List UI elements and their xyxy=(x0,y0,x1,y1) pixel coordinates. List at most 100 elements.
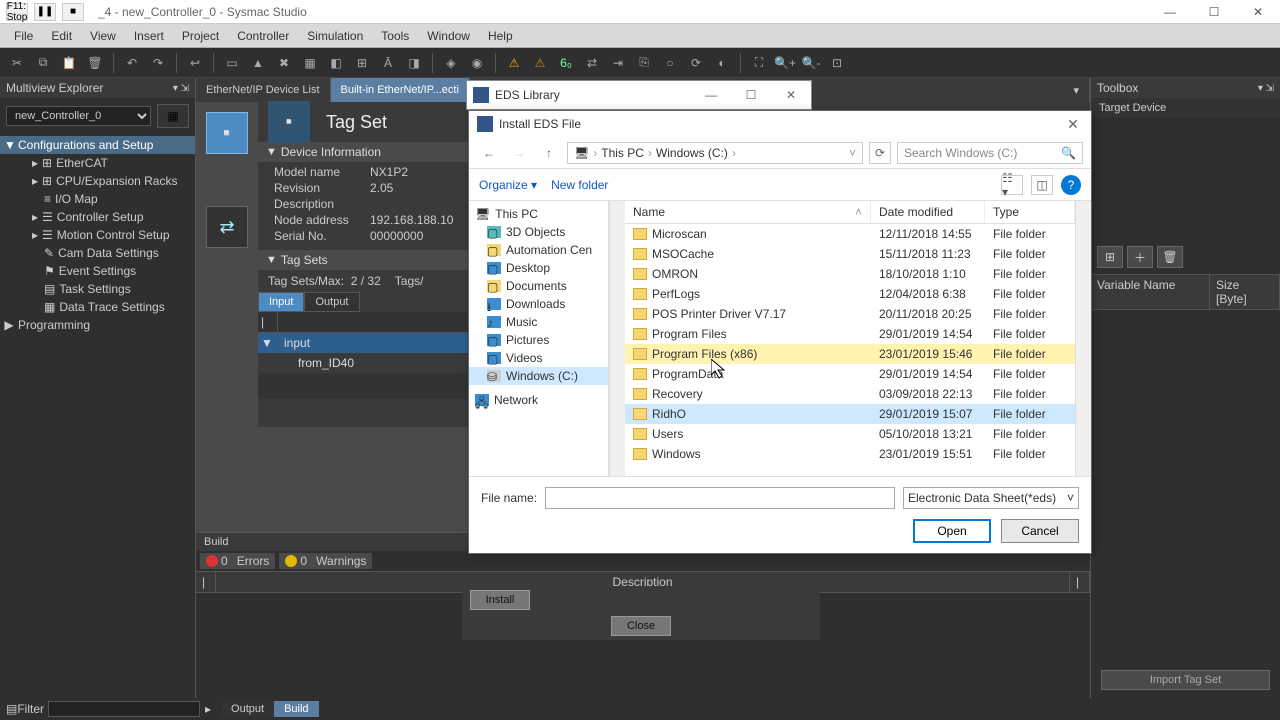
menu-edit[interactable]: Edit xyxy=(43,26,80,46)
tool-icon[interactable]: 6₀ xyxy=(555,52,577,74)
file-row[interactable]: MSOCache15/11/2018 11:23File folder xyxy=(625,244,1075,264)
tree-configurations[interactable]: ▼Configurations and Setup xyxy=(0,136,195,154)
tree-iomap[interactable]: ≡ I/O Map xyxy=(0,190,195,208)
tab-device-list[interactable]: EtherNet/IP Device List xyxy=(196,78,331,102)
tool-icon[interactable]: ⊞ xyxy=(351,52,373,74)
menu-insert[interactable]: Insert xyxy=(126,26,172,46)
tool-icon[interactable]: ▭ xyxy=(221,52,243,74)
file-row[interactable]: Windows23/01/2019 15:51File folder xyxy=(625,444,1075,464)
filter-input[interactable] xyxy=(48,701,200,717)
back-icon[interactable]: ↩ xyxy=(184,52,206,74)
tree-scrollbar[interactable] xyxy=(609,201,625,476)
tab-input[interactable]: Input xyxy=(258,292,304,312)
close-button[interactable]: ✕ xyxy=(771,88,811,102)
menu-project[interactable]: Project xyxy=(174,26,227,46)
file-row[interactable]: Users05/10/2018 13:21File folder xyxy=(625,424,1075,444)
import-tagset-button[interactable]: Import Tag Set xyxy=(1101,670,1270,690)
col-date[interactable]: Date modified xyxy=(871,201,985,223)
tree-downloads[interactable]: ⭳Downloads xyxy=(469,295,608,313)
file-row[interactable]: OMRON18/10/2018 1:10File folder xyxy=(625,264,1075,284)
toolbox-del-btn[interactable]: 🗑 xyxy=(1157,246,1183,268)
close-button[interactable]: ✕ xyxy=(1236,0,1280,24)
file-filter-select[interactable]: Electronic Data Sheet(*eds)˅ xyxy=(903,487,1079,509)
tab-dropdown[interactable]: ▾ xyxy=(1063,78,1090,102)
delete-icon[interactable]: 🗑 xyxy=(84,52,106,74)
tool-icon[interactable]: ▦ xyxy=(299,52,321,74)
redo-icon[interactable]: ↷ xyxy=(147,52,169,74)
tool-icon[interactable]: ▲ xyxy=(247,52,269,74)
file-row[interactable]: Program Files29/01/2019 14:54File folder xyxy=(625,324,1075,344)
tool-icon[interactable]: ◨ xyxy=(403,52,425,74)
tab-output[interactable]: Output xyxy=(304,292,359,312)
tool-icon[interactable]: ◐ xyxy=(711,52,733,74)
tree-music[interactable]: ♪Music xyxy=(469,313,608,331)
tree-ethercat[interactable]: ▸ ⊞ EtherCAT xyxy=(0,154,195,172)
tool-icon[interactable]: ◈ xyxy=(440,52,462,74)
file-row[interactable]: PerfLogs12/04/2018 6:38File folder xyxy=(625,284,1075,304)
filename-input[interactable] xyxy=(545,487,895,509)
file-row[interactable]: ProgramData29/01/2019 14:54File folder xyxy=(625,364,1075,384)
toolbox-add-btn[interactable]: ＋ xyxy=(1127,246,1153,268)
minimize-button[interactable]: — xyxy=(691,88,731,102)
close-button[interactable]: Close xyxy=(611,616,671,636)
tree-documents[interactable]: ▢Documents xyxy=(469,277,608,295)
newfolder-button[interactable]: New folder xyxy=(551,178,608,192)
warning-icon[interactable]: ⚠ xyxy=(529,52,551,74)
tree-3d-objects[interactable]: ▢3D Objects xyxy=(469,223,608,241)
tool-icon[interactable]: ⊡ xyxy=(826,52,848,74)
col-type[interactable]: Type xyxy=(985,201,1075,223)
nav-forward-button[interactable]: → xyxy=(507,142,531,164)
tree-task-settings[interactable]: ▤ Task Settings xyxy=(0,280,195,298)
tree-data-trace[interactable]: ▦ Data Trace Settings xyxy=(0,298,195,316)
cut-icon[interactable]: ✂ xyxy=(6,52,28,74)
menu-help[interactable]: Help xyxy=(480,26,521,46)
controller-select[interactable]: new_Controller_0 xyxy=(6,106,151,126)
tree-motion-setup[interactable]: ▸ ☰ Motion Control Setup xyxy=(0,226,195,244)
tree-pictures[interactable]: ▢Pictures xyxy=(469,331,608,349)
tool-icon[interactable]: ⟳ xyxy=(685,52,707,74)
zoom-out-icon[interactable]: 🔍- xyxy=(800,52,822,74)
zoom-in-icon[interactable]: 🔍+ xyxy=(774,52,796,74)
refresh-button[interactable]: ⟳ xyxy=(869,142,891,164)
pause-button[interactable]: ❚❚ xyxy=(34,3,56,21)
copy-icon[interactable]: ⧉ xyxy=(32,52,54,74)
help-button[interactable]: ? xyxy=(1061,175,1081,195)
tool-icon[interactable]: ⇄ xyxy=(581,52,603,74)
nav-up-button[interactable]: ↑ xyxy=(537,142,561,164)
tree-c-drive[interactable]: ⛁Windows (C:) xyxy=(469,367,608,385)
stop2-button[interactable]: ■ xyxy=(62,3,84,21)
tree-controller-setup[interactable]: ▸ ☰ Controller Setup xyxy=(0,208,195,226)
tool-icon[interactable]: ◉ xyxy=(466,52,488,74)
file-row[interactable]: Program Files (x86)23/01/2019 15:46File … xyxy=(625,344,1075,364)
search-input[interactable]: Search Windows (C:)🔍 xyxy=(897,142,1083,164)
search-icon[interactable]: Ā xyxy=(377,52,399,74)
menu-simulation[interactable]: Simulation xyxy=(299,26,371,46)
tab-builtin-eip[interactable]: Built-in EtherNet/IP...ecti xyxy=(331,78,470,102)
pin-icon[interactable]: ▾ ⇲ xyxy=(173,83,189,94)
tool-icon[interactable]: ⇥ xyxy=(607,52,629,74)
tree-network[interactable]: 🖧Network xyxy=(469,391,608,409)
maximize-button[interactable]: ☐ xyxy=(1192,0,1236,24)
tool-icon[interactable]: ○ xyxy=(659,52,681,74)
warnings-pill[interactable]: 0 Warnings xyxy=(279,553,372,569)
file-row[interactable]: POS Printer Driver V7.1720/11/2018 20:25… xyxy=(625,304,1075,324)
nav-back-button[interactable]: ← xyxy=(477,142,501,164)
menu-file[interactable]: File xyxy=(6,26,41,46)
preview-pane-button[interactable]: ◫ xyxy=(1031,175,1053,195)
view-mode-button[interactable]: ☷ ▾ xyxy=(1001,175,1023,195)
filter-go[interactable]: ▸ xyxy=(205,702,211,716)
tree-cam-data[interactable]: ✎ Cam Data Settings xyxy=(0,244,195,262)
warning-icon[interactable]: ⚠ xyxy=(503,52,525,74)
tab-build[interactable]: Build xyxy=(274,701,318,717)
tree-cpu-racks[interactable]: ▸ ⊞ CPU/Expansion Racks xyxy=(0,172,195,190)
col-name[interactable]: Name ˄ xyxy=(625,201,871,223)
device-icon[interactable]: ⇄ xyxy=(206,206,248,248)
file-row[interactable]: Recovery03/09/2018 22:13File folder xyxy=(625,384,1075,404)
path-bar[interactable]: 🖥› This PC› Windows (C:)› ˅ xyxy=(567,142,863,164)
menu-tools[interactable]: Tools xyxy=(373,26,417,46)
device-icon[interactable]: ▫️ xyxy=(206,112,248,154)
dialog-close-button[interactable]: ✕ xyxy=(1063,116,1083,133)
stop-button[interactable]: F11: Stop xyxy=(6,3,28,21)
tool-icon[interactable]: ⎘ xyxy=(633,52,655,74)
tree-event-settings[interactable]: ⚑ Event Settings xyxy=(0,262,195,280)
